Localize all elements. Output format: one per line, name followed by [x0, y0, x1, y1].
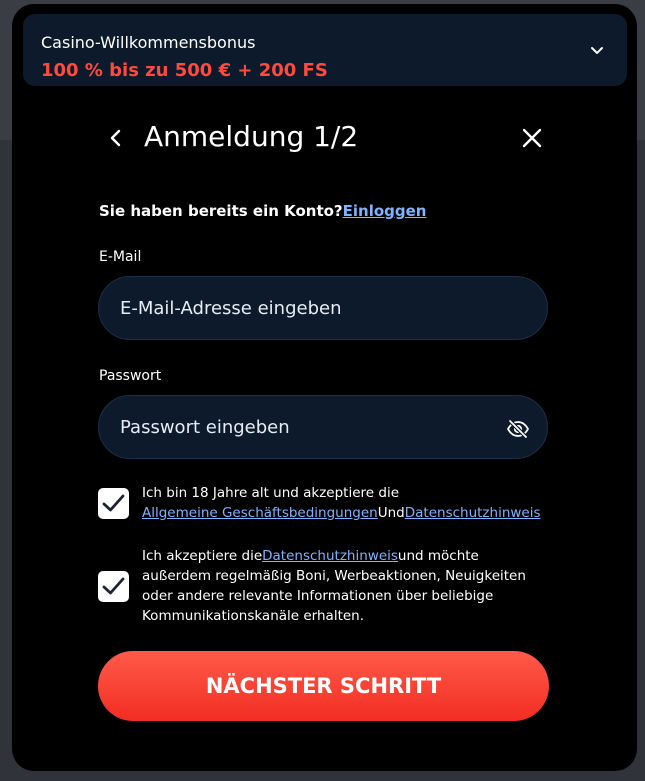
close-icon	[522, 128, 542, 148]
marketing-consent-text: Ich akzeptiere dieDatenschutzhinweisund …	[142, 546, 547, 626]
email-label: E-Mail	[99, 249, 142, 265]
registration-modal: Casino-Willkommensbonus 100 % bis zu 500…	[12, 4, 637, 771]
marketing-text-before: Ich akzeptiere die	[142, 548, 263, 564]
terms-conjunction: Und	[377, 505, 405, 521]
back-button[interactable]	[102, 124, 130, 152]
login-link[interactable]: Einloggen	[343, 202, 427, 220]
terms-checkbox[interactable]	[98, 488, 129, 519]
chevron-left-icon	[110, 129, 121, 147]
bonus-label: Casino-Willkommensbonus	[41, 33, 256, 52]
eye-off-icon[interactable]	[506, 417, 530, 441]
marketing-privacy-link[interactable]: Datenschutzhinweis	[262, 548, 398, 564]
have-account-text: Sie haben bereits ein Konto?Einloggen	[99, 202, 426, 220]
close-button[interactable]	[519, 125, 545, 151]
page-title: Anmeldung 1/2	[144, 120, 359, 153]
terms-text: Ich bin 18 Jahre alt und akzeptiere die	[142, 485, 400, 501]
checkmark-icon	[102, 577, 125, 595]
email-input[interactable]	[98, 276, 548, 340]
password-label: Passwort	[99, 368, 162, 384]
chevron-down-icon[interactable]	[588, 41, 606, 59]
marketing-checkbox[interactable]	[98, 571, 129, 602]
privacy-link[interactable]: Datenschutzhinweis	[405, 505, 541, 521]
bonus-value: 100 % bis zu 500 € + 200 FS	[41, 60, 328, 81]
password-input[interactable]	[98, 395, 548, 459]
have-account-prompt: Sie haben bereits ein Konto?	[99, 202, 343, 220]
terms-consent-text: Ich bin 18 Jahre alt und akzeptiere die …	[142, 483, 562, 523]
terms-link[interactable]: Allgemeine Geschäftsbedingungen	[142, 505, 378, 521]
checkmark-icon	[102, 494, 125, 512]
bonus-dropdown[interactable]: Casino-Willkommensbonus 100 % bis zu 500…	[23, 14, 627, 86]
next-step-button[interactable]: NÄCHSTER SCHRITT	[98, 651, 549, 721]
